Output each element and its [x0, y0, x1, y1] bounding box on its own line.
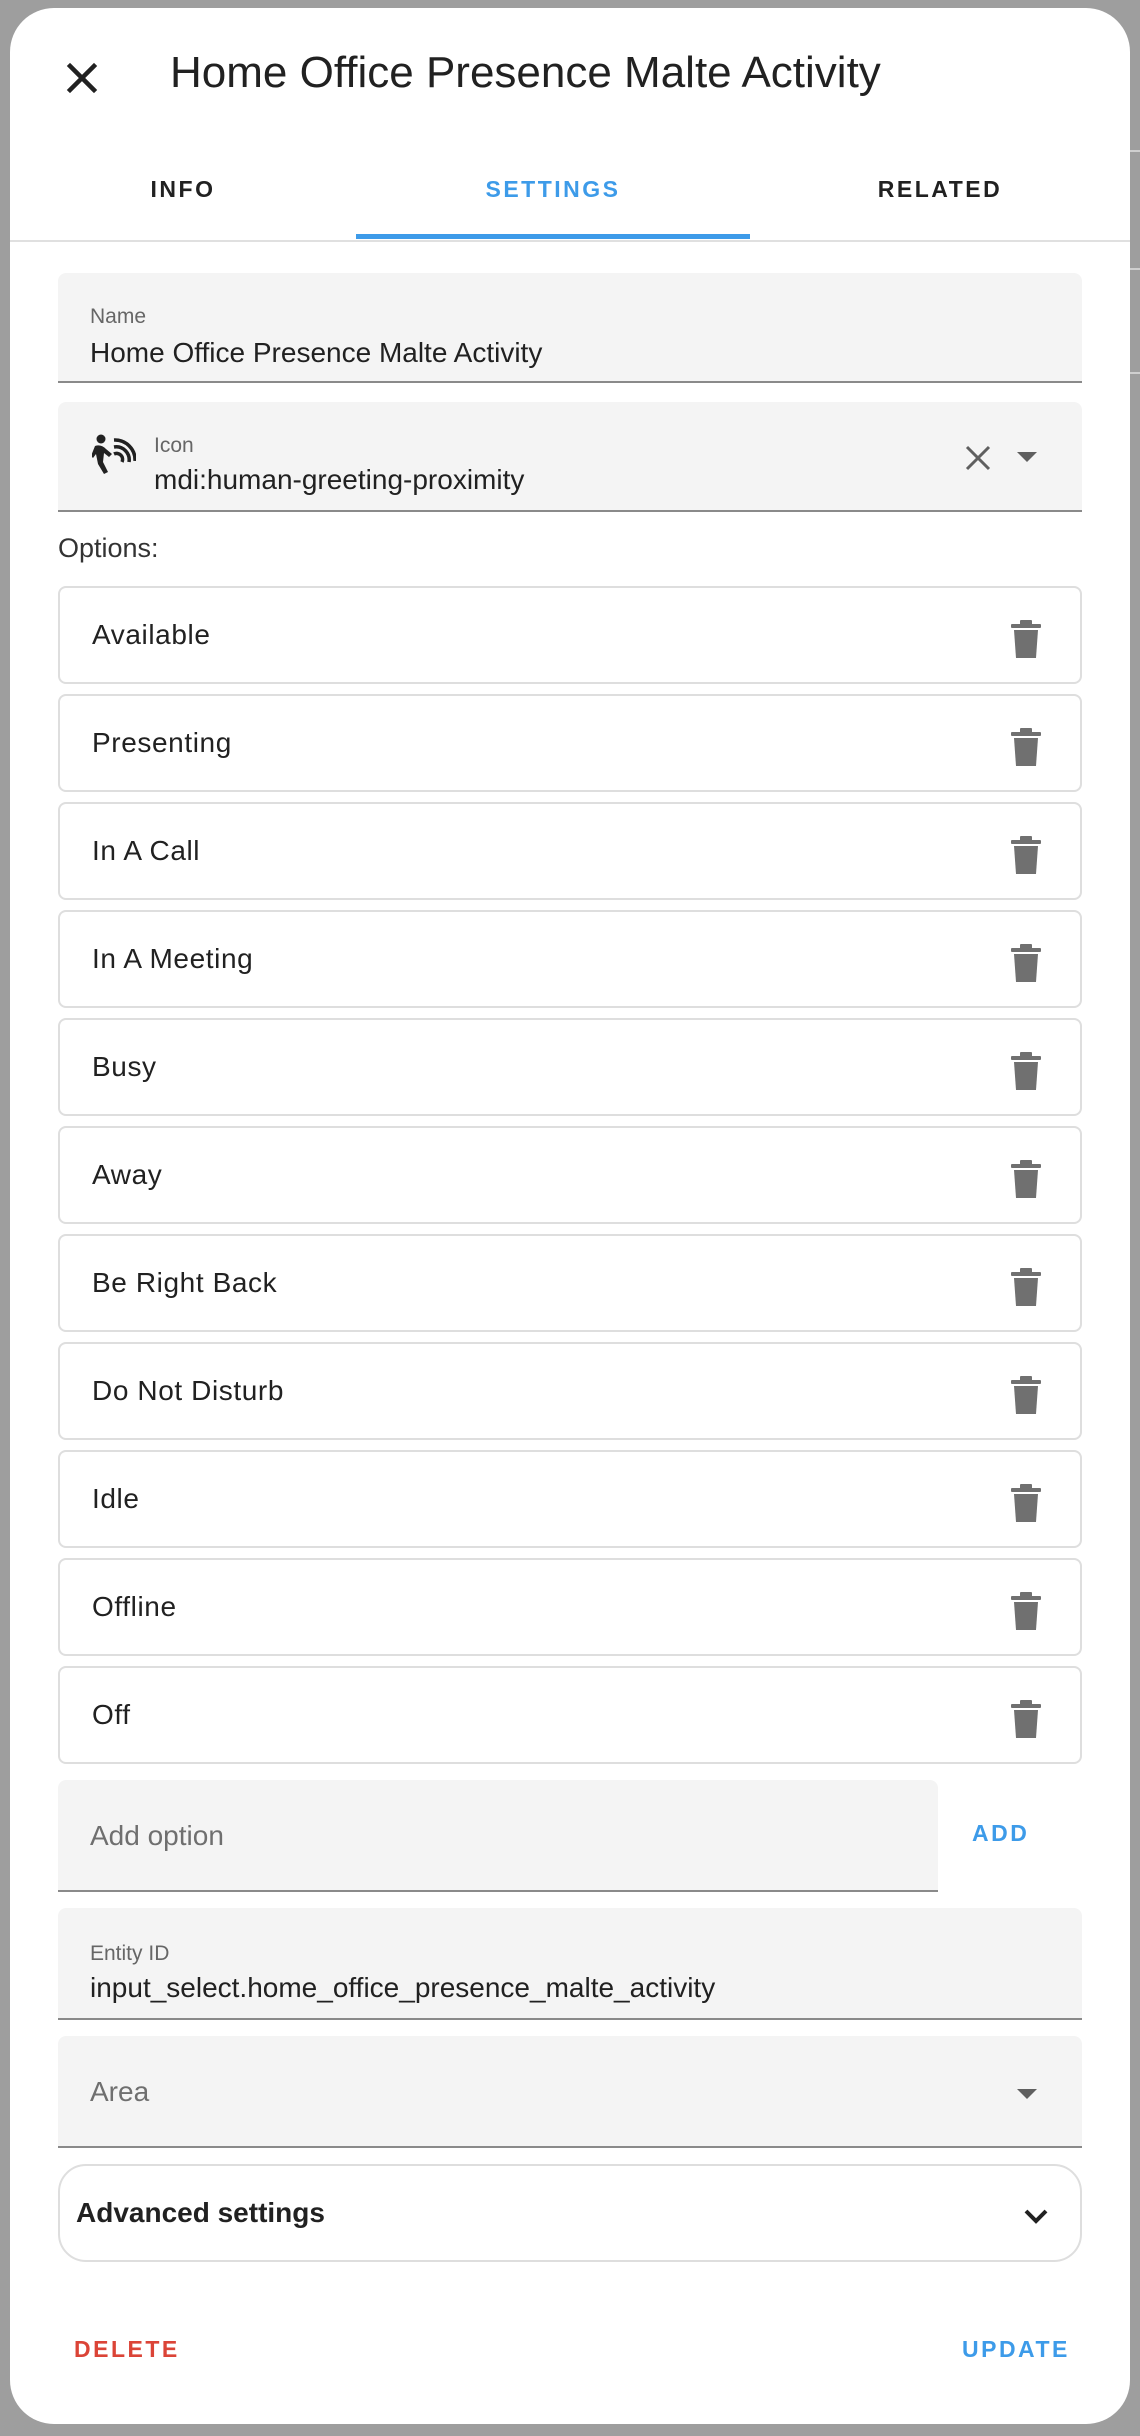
tab-settings[interactable]: SETTINGS	[356, 138, 750, 240]
tab-related[interactable]: RELATED	[750, 138, 1130, 240]
delete-option-icon[interactable]	[1008, 620, 1044, 658]
area-picker-field[interactable]: Area	[58, 2036, 1082, 2148]
option-label: Available	[92, 619, 211, 650]
option-row[interactable]: Available	[58, 586, 1082, 684]
tab-bar: INFO SETTINGS RELATED	[10, 138, 1130, 242]
add-option-placeholder: Add option	[90, 1820, 224, 1851]
advanced-settings-expander[interactable]: Advanced settings	[58, 2164, 1082, 2262]
area-placeholder: Area	[90, 2076, 150, 2107]
add-option-input[interactable]: Add option	[58, 1780, 938, 1892]
option-row[interactable]: Presenting	[58, 694, 1082, 792]
icon-picker-field[interactable]: Icon mdi:human-greeting-proximity	[58, 402, 1082, 512]
entity-settings-dialog: Home Office Presence Malte Activity INFO…	[10, 8, 1130, 2424]
update-button[interactable]: UPDATE	[962, 2336, 1070, 2363]
option-row[interactable]: In A Call	[58, 802, 1082, 900]
option-label: Offline	[92, 1591, 177, 1622]
close-button[interactable]	[52, 48, 112, 108]
chevron-down-icon	[1024, 2209, 1048, 2224]
add-option-button[interactable]: ADD	[972, 1820, 1029, 1847]
name-field-value: Home Office Presence Malte Activity	[90, 337, 543, 368]
icon-field-value: mdi:human-greeting-proximity	[154, 464, 525, 495]
tab-info[interactable]: INFO	[10, 138, 356, 240]
delete-option-icon[interactable]	[1008, 728, 1044, 766]
option-label: Do Not Disturb	[92, 1375, 285, 1406]
option-label: Off	[92, 1699, 131, 1730]
option-row[interactable]: Offline	[58, 1558, 1082, 1656]
name-field-label: Name	[90, 305, 147, 328]
option-label: Idle	[92, 1483, 140, 1514]
entity-id-value: input_select.home_office_presence_malte_…	[90, 1972, 716, 2003]
name-field[interactable]: Name Home Office Presence Malte Activity	[58, 273, 1082, 383]
dialog-header: Home Office Presence Malte Activity	[10, 8, 1130, 138]
option-label: Presenting	[92, 727, 232, 758]
delete-option-icon[interactable]	[1008, 1592, 1044, 1630]
option-row[interactable]: Off	[58, 1666, 1082, 1764]
delete-option-icon[interactable]	[1008, 1484, 1044, 1522]
option-row[interactable]: Be Right Back	[58, 1234, 1082, 1332]
option-label: Away	[92, 1159, 163, 1190]
delete-option-icon[interactable]	[1008, 836, 1044, 874]
advanced-settings-label: Advanced settings	[76, 2197, 325, 2228]
icon-field-label: Icon	[154, 434, 194, 457]
delete-option-icon[interactable]	[1008, 1160, 1044, 1198]
dropdown-arrow-icon[interactable]	[1016, 2088, 1038, 2100]
human-greeting-proximity-icon	[92, 434, 136, 474]
delete-button[interactable]: DELETE	[74, 2336, 180, 2363]
option-label: Be Right Back	[92, 1267, 278, 1298]
delete-option-icon[interactable]	[1008, 1376, 1044, 1414]
option-label: In A Meeting	[92, 943, 254, 974]
delete-option-icon[interactable]	[1008, 944, 1044, 982]
entity-id-field[interactable]: Entity ID input_select.home_office_prese…	[58, 1908, 1082, 2020]
option-row[interactable]: In A Meeting	[58, 910, 1082, 1008]
option-row[interactable]: Do Not Disturb	[58, 1342, 1082, 1440]
delete-option-icon[interactable]	[1008, 1268, 1044, 1306]
clear-icon[interactable]	[962, 442, 994, 474]
option-row[interactable]: Busy	[58, 1018, 1082, 1116]
option-label: Busy	[92, 1051, 157, 1082]
option-label: In A Call	[92, 835, 201, 866]
option-row[interactable]: Idle	[58, 1450, 1082, 1548]
delete-option-icon[interactable]	[1008, 1052, 1044, 1090]
options-label: Options:	[58, 533, 159, 563]
active-tab-indicator	[356, 234, 750, 239]
dropdown-arrow-icon[interactable]	[1016, 451, 1038, 463]
dialog-title: Home Office Presence Malte Activity	[170, 48, 881, 97]
entity-id-label: Entity ID	[90, 1942, 170, 1965]
option-row[interactable]: Away	[58, 1126, 1082, 1224]
close-icon	[66, 62, 98, 94]
delete-option-icon[interactable]	[1008, 1700, 1044, 1738]
